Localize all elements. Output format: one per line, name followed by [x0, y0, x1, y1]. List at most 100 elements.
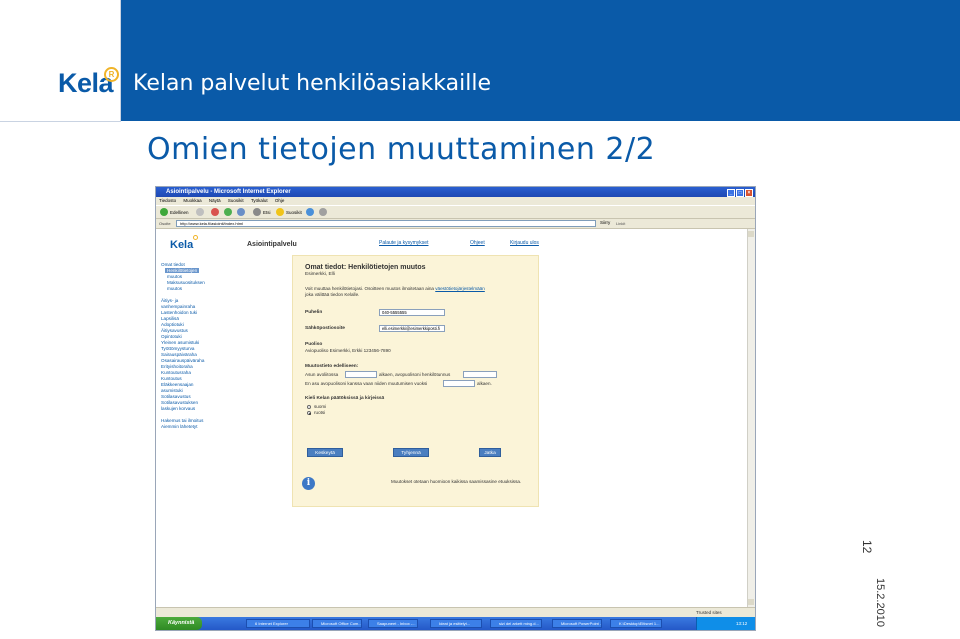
search-button[interactable]: Etsi: [263, 210, 271, 215]
save-note: Muutokset otetaan huomioon kaikissa saam…: [391, 479, 522, 484]
start-button[interactable]: Käynnistä: [156, 617, 202, 630]
back-button[interactable]: Edellinen: [170, 210, 189, 215]
slide-page-number: 12: [860, 540, 874, 554]
header-title: Kelan palvelut henkilöasiakkaille: [133, 71, 492, 96]
refresh-icon[interactable]: [224, 208, 232, 216]
sidebar-item-rehab-allowance[interactable]: Kuntoutusraha: [161, 370, 191, 375]
menu-item-view[interactable]: Näytä: [209, 198, 221, 203]
sidebar-item-payment-change[interactable]: Maksusuosituksen: [167, 280, 205, 285]
media-icon[interactable]: [306, 208, 314, 216]
favorites-icon[interactable]: [276, 208, 284, 216]
sidebar-item-special-care[interactable]: Erityishoitoraha: [161, 364, 193, 369]
mail-icon[interactable]: [319, 208, 327, 216]
stop-icon[interactable]: [211, 208, 219, 216]
kela-logo-badge-icon: R: [104, 67, 119, 82]
spouse-value: Aviopuoliso Esimerkki, Erkki 123456-7890: [305, 348, 391, 353]
taskbar-item-office[interactable]: Microsoft Office Com...: [312, 619, 362, 628]
sidebar-item-military[interactable]: Sotilasavustus: [161, 394, 191, 399]
vertical-scrollbar[interactable]: [747, 229, 755, 607]
scroll-up-icon[interactable]: [748, 231, 754, 237]
sidebar-item-childcare[interactable]: Lastenhoidon tuki: [161, 310, 197, 315]
sidebar-item-personal-info-change-2[interactable]: muutos: [167, 274, 182, 279]
sidebar-item-housing[interactable]: Yleinen asumistuki: [161, 340, 199, 345]
sidebar-item-own-info[interactable]: Omat tiedot: [161, 262, 185, 267]
language-radio-finnish[interactable]: [307, 405, 311, 409]
taskbar-item-powerpoint[interactable]: Microsoft PowerPoint ...: [552, 619, 602, 628]
sidebar-item-unemployment[interactable]: Työttömyysturva: [161, 346, 194, 351]
minimize-icon[interactable]: _: [727, 189, 735, 197]
sidebar-item-adoption[interactable]: Adoptiotuki: [161, 322, 184, 327]
page-logo-badge-icon: [193, 235, 198, 240]
clear-button[interactable]: Tyhjennä: [393, 448, 429, 457]
language-radio-swedish[interactable]: [307, 411, 311, 415]
sidebar-item-application[interactable]: Hakemus tai ilmoitus: [161, 418, 203, 423]
search-icon[interactable]: [253, 208, 261, 216]
spouse-id-input[interactable]: [463, 371, 497, 378]
sidebar-item-personal-info-change[interactable]: Henkilötietojen: [165, 268, 200, 273]
population-register-link[interactable]: väestötietojärjestelmään: [435, 286, 485, 291]
menu-item-help[interactable]: Ohje: [275, 198, 285, 203]
sidebar-item-parental[interactable]: vanhempainraha: [161, 304, 195, 309]
sidebar-item-sickness[interactable]: Sairauspäiväraha: [161, 352, 197, 357]
sidebar-item-maternity-grant[interactable]: Äitiysavustus: [161, 328, 188, 333]
address-bar: Osoite http://www.kela.fi/asiointi/index…: [156, 219, 755, 229]
help-link[interactable]: Ohjeet: [470, 240, 485, 246]
sidebar-item-sent[interactable]: Aiemmin lähetetyt: [161, 424, 198, 429]
favorites-button[interactable]: Suosikit: [286, 210, 302, 215]
language-swedish-label: ruotsi: [314, 410, 326, 415]
cancel-button[interactable]: Keskeytä: [307, 448, 343, 457]
sidebar-item-maternity[interactable]: Äitiys- ja: [161, 298, 178, 303]
taskbar: Käynnistä 6 Internet Explorer Microsoft …: [156, 617, 755, 630]
sidebar-item-rehab[interactable]: Kuntoutus: [161, 376, 182, 381]
taskbar-item-doc[interactable]: sizi del arkett ming.d...: [490, 619, 542, 628]
not-cohabit-suffix: alkaen.: [477, 381, 492, 386]
sidebar-item-payment-change-2[interactable]: muutos: [167, 286, 182, 291]
sidebar-nav: Omat tiedot Henkilötietojen muutos Maksu…: [159, 262, 247, 448]
logout-link[interactable]: Kirjaudu ulos: [510, 240, 539, 246]
taskbar-item-ideas[interactable]: Ideat ja esittelyt...: [430, 619, 482, 628]
sidebar-item-military-bills-2[interactable]: laskujen korvaus: [161, 406, 195, 411]
form-subtitle: Esimerkki, Elli: [305, 272, 335, 277]
go-button[interactable]: Siirry: [600, 220, 610, 225]
sidebar-item-pensioner-housing[interactable]: Eläkkeensaajan: [161, 382, 193, 387]
taskbar-item-inbox[interactable]: Saapuneet - Inbox -...: [368, 619, 418, 628]
address-input[interactable]: http://www.kela.fi/asiointi/index.html: [176, 220, 596, 227]
language-label: Kieli Kelan päätöksissä ja kirjeissä: [305, 396, 385, 401]
page-kela-logo[interactable]: Kela: [170, 239, 193, 251]
form-intro-text: Voit muuttaa henkilötietojasi. Osoitteen…: [305, 286, 434, 291]
spouse-label: Puoliso: [305, 342, 323, 347]
sidebar-item-partial-sickness[interactable]: Osasairauspäiväraha: [161, 358, 204, 363]
form-intro: Voit muuttaa henkilötietojasi. Osoitteen…: [305, 286, 485, 291]
menu-item-tools[interactable]: Työkalut: [251, 198, 268, 203]
form-intro-2: joka välittää tiedon Kelalle.: [305, 292, 360, 297]
back-icon[interactable]: [160, 208, 168, 216]
sidebar-item-student[interactable]: Opintotuki: [161, 334, 182, 339]
menu-item-file[interactable]: Tiedosto: [159, 198, 176, 203]
feedback-link[interactable]: Palaute ja kysymykset: [379, 240, 428, 246]
web-page: Kela Asiointipalvelu Palaute ja kysymyks…: [156, 229, 747, 607]
home-icon[interactable]: [237, 208, 245, 216]
service-name: Asiointipalvelu: [247, 241, 297, 248]
menu-item-edit[interactable]: Muokkaa: [183, 198, 201, 203]
sidebar-item-military-bills[interactable]: Sotilasavustuksen: [161, 400, 198, 405]
phone-input[interactable]: 040-5555555: [379, 309, 445, 316]
language-finnish-label: suomi: [314, 404, 327, 409]
right-strip: [877, 122, 960, 639]
taskbar-item-ie[interactable]: 6 Internet Explorer: [246, 619, 310, 628]
not-cohabit-date-input[interactable]: [443, 380, 475, 387]
links-label[interactable]: Linkit: [616, 221, 625, 226]
close-icon[interactable]: ×: [745, 189, 753, 197]
cohabit-date-input[interactable]: [345, 371, 377, 378]
browser-window: Asiointipalvelu - Microsoft Internet Exp…: [155, 186, 756, 631]
menu-item-favorites[interactable]: Suosikit: [228, 198, 244, 203]
email-label: Sähköpostiosoite: [305, 326, 345, 331]
taskbar-item-folder[interactable]: K:\Desktop\Eltisnet 1...: [610, 619, 662, 628]
sidebar-item-pensioner-housing-2[interactable]: asumistuki: [161, 388, 183, 393]
continue-button[interactable]: Jatka: [479, 448, 501, 457]
status-bar: Trusted sites: [156, 607, 755, 617]
maximize-icon[interactable]: □: [736, 189, 744, 197]
sidebar-item-child-benefit[interactable]: Lapsilisä: [161, 316, 179, 321]
scroll-down-icon[interactable]: [748, 599, 754, 605]
forward-icon[interactable]: [196, 208, 204, 216]
email-input[interactable]: elli.esimerkki@esimerkkiposti.fi: [379, 325, 445, 332]
